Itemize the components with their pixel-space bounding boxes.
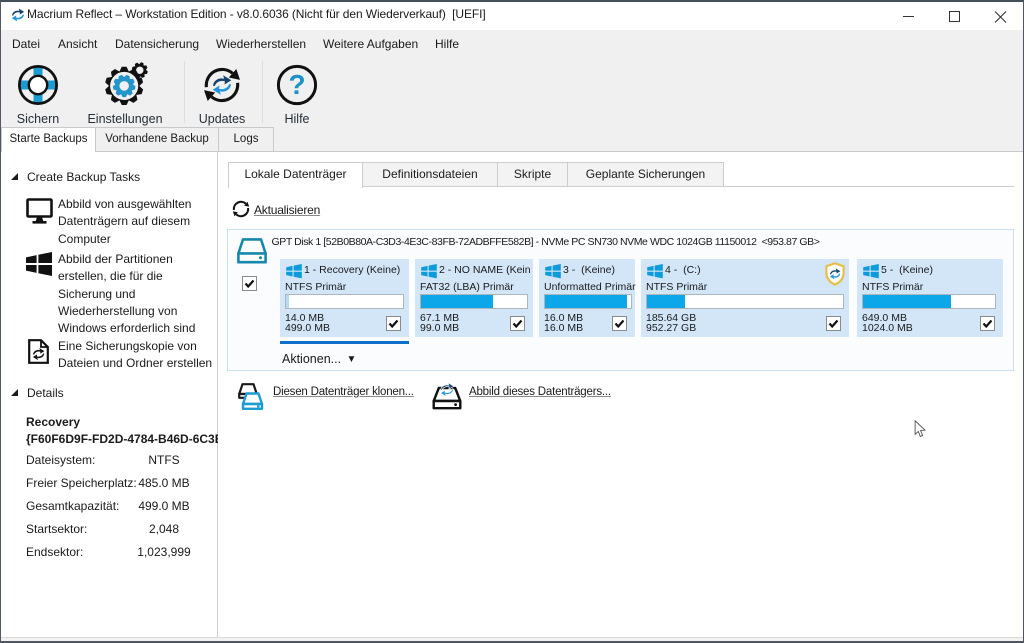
svg-text:?: ? [288,69,305,100]
